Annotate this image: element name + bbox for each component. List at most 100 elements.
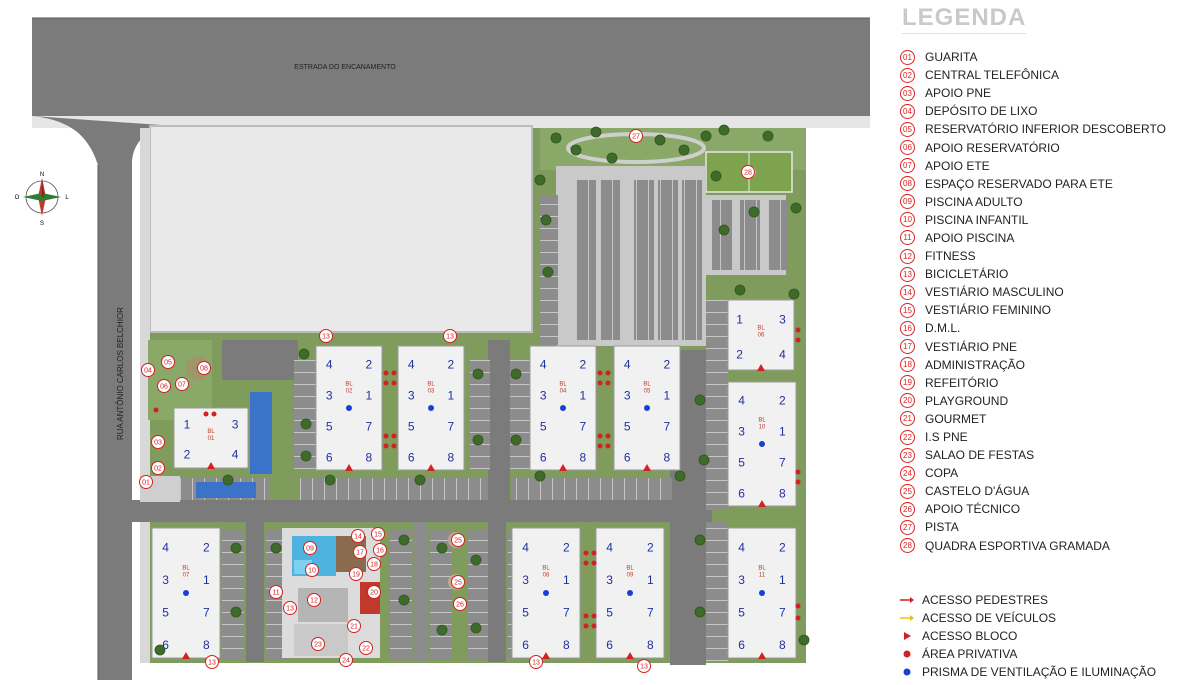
ventilation-dot: [759, 441, 765, 447]
site-marker: 11: [269, 585, 283, 599]
legend-title: LEGENDA: [902, 4, 1027, 34]
block-prefix: BL: [626, 566, 634, 572]
apartment-number: 7: [579, 420, 586, 434]
private-area-dot: [391, 380, 397, 386]
site-marker-number: 21: [350, 624, 358, 631]
apartment-number: 7: [447, 420, 454, 434]
legend-item: 25 CASTELO D'ÁGUA: [900, 482, 1200, 500]
legend-item-label: CENTRAL TELEFÔNICA: [925, 68, 1060, 83]
legend-item-number: 13: [900, 266, 915, 282]
legend-item-number: 17: [900, 339, 915, 355]
legend-item: 13 BICICLETÁRIO: [900, 265, 1200, 283]
legend-item: 04 DEPÓSITO DE LIXO: [900, 102, 1200, 120]
site-marker: 10: [305, 563, 319, 577]
legend-item-number: 20: [900, 393, 915, 409]
site-marker: 24: [339, 653, 353, 667]
apartment-number: 6: [540, 451, 547, 465]
private-area-dot: [795, 327, 801, 333]
site-marker-number: 15: [374, 532, 382, 539]
apartment-number: 7: [779, 456, 786, 470]
site-marker-number: 16: [376, 548, 384, 555]
legend-item-number: 24: [900, 465, 915, 481]
site-marker: 14: [351, 529, 365, 543]
apartment-number: 8: [779, 638, 786, 652]
block-06: 1 3 2 4 BL06: [727, 299, 795, 371]
site-marker-number: 13: [532, 660, 540, 667]
legend-item-label: D.M.L.: [925, 321, 961, 336]
legend-item: 09 PISCINA ADULTO: [900, 193, 1200, 211]
apartment-number: 5: [522, 606, 529, 620]
apartment-number: 3: [408, 389, 415, 403]
ventilation-dot: [183, 590, 189, 596]
legend-item: 14 VESTIÁRIO MASCULINO: [900, 283, 1200, 301]
tree-icon: [700, 130, 712, 142]
apartment-number: 5: [606, 606, 613, 620]
road-top-label: ESTRADA DO ENCANAMENTO: [294, 64, 396, 71]
legend-item-number: 23: [900, 447, 915, 463]
apartment-number: 1: [663, 389, 670, 403]
site-marker-number: 07: [178, 382, 186, 389]
private-area-dot: [795, 615, 801, 621]
site-marker: 15: [371, 527, 385, 541]
apartment-number: 3: [606, 573, 613, 587]
apartment-number: 4: [738, 394, 745, 408]
private-area-dot: [383, 380, 389, 386]
site-marker-number: 27: [632, 134, 640, 141]
ventilation-dot: [428, 405, 434, 411]
apartment-number: 1: [779, 573, 786, 587]
block-prefix: BL: [345, 382, 353, 388]
apartment-number: 1: [365, 389, 372, 403]
site-marker: 06: [157, 379, 171, 393]
road-top: ESTRADA DO ENCANAMENTO: [32, 17, 870, 116]
private-area-dot: [583, 550, 589, 556]
site-plan-map: ESTRADA DO ENCANAMENTO RUA ANTÔNIO CARLO…: [0, 0, 870, 680]
apartment-number: 8: [447, 451, 454, 465]
site-marker-number: 04: [144, 368, 152, 375]
tree-icon: [694, 394, 706, 406]
block-07: 4 23 15 76 8BL07: [151, 527, 221, 659]
block-prefix: BL: [758, 566, 766, 572]
tree-icon: [230, 542, 242, 554]
legend-item-number: 27: [900, 519, 915, 535]
apartment-number: 7: [647, 606, 654, 620]
apartment-number: 2: [779, 394, 786, 408]
ventilation-dot: [346, 405, 352, 411]
private-area-dot: [597, 370, 603, 376]
legend-item-number: 21: [900, 411, 915, 427]
apartment-number: 6: [408, 451, 415, 465]
legend-item: 08 ESPAÇO RESERVADO PARA ETE: [900, 175, 1200, 193]
apartment-number: 6: [624, 451, 631, 465]
legend-item-label: REFEITÓRIO: [925, 375, 999, 390]
apartment-number: 8: [579, 451, 586, 465]
apartment-number: 3: [738, 425, 745, 439]
legend-item-label: PISTA: [925, 520, 959, 535]
legend-item-label: GOURMET: [925, 411, 987, 426]
apartment-number: 5: [408, 420, 415, 434]
tree-icon: [710, 170, 722, 182]
site-marker: 04: [141, 363, 155, 377]
private-area-dot: [583, 613, 589, 619]
legend-item: 21 GOURMET: [900, 410, 1200, 428]
apartment-number: 2: [779, 541, 786, 555]
legend-item-label: VESTIÁRIO PNE: [925, 339, 1018, 354]
legend-symbol-label: ACESSO PEDESTRES: [922, 592, 1049, 607]
block-10: 4 2 3 1 5 7 6 8 BL10: [727, 381, 797, 507]
legend-item-label: APOIO ETE: [925, 158, 990, 173]
legend-symbol-item: ACESSO DE VEÍCULOS: [900, 609, 1200, 627]
legend-item-number: 28: [900, 538, 915, 554]
site-marker-number: 05: [164, 360, 172, 367]
tree-icon: [718, 124, 730, 136]
tree-icon: [510, 434, 522, 446]
apartment-number: 8: [563, 638, 570, 652]
apartment-number: 4: [522, 541, 529, 555]
ventilation-dot: [543, 590, 549, 596]
apartment-number: 7: [779, 606, 786, 620]
legend-symbol-label: ÁREA PRIVATIVA: [922, 646, 1018, 661]
apartment-number: 3: [624, 389, 631, 403]
site-marker: 27: [629, 129, 643, 143]
legend-item: 10 PISCINA INFANTIL: [900, 211, 1200, 229]
legend-symbol-label: ACESSO BLOCO: [922, 628, 1018, 643]
private-area-dot: [383, 370, 389, 376]
road-left-label: RUA ANTÔNIO CARLOS BELCHIOR: [116, 307, 125, 440]
apartment-number: 6: [738, 487, 745, 501]
